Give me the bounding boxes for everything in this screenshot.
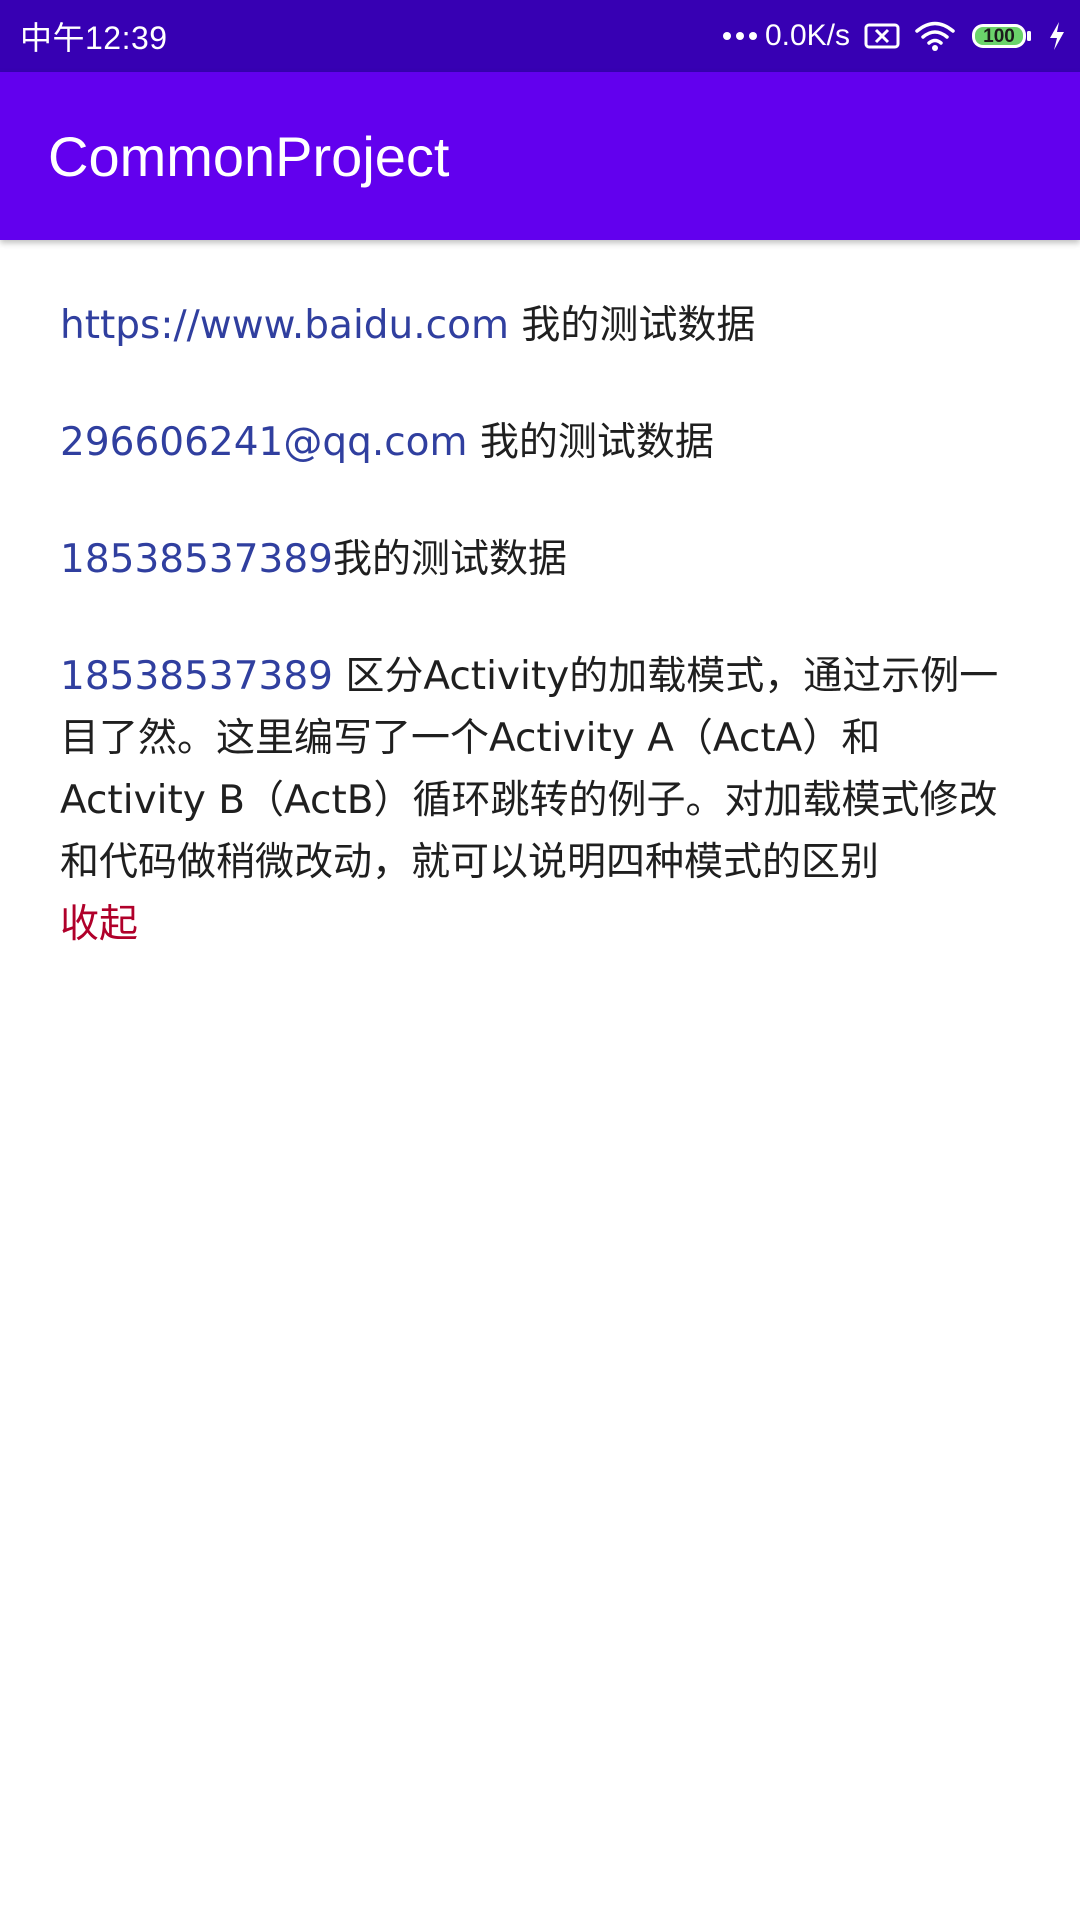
app-title: CommonProject [48,124,450,188]
content-list: https://www.baidu.com 我的测试数据 296606241@q… [60,295,1025,1011]
battery-level: 100 [983,26,1015,47]
phone-link[interactable]: 18538537389 [60,537,333,582]
email-link[interactable]: 296606241@qq.com [60,420,468,465]
app-bar: CommonProject [0,72,1080,240]
list-item-phone: 18538537389我的测试数据 [60,529,1025,591]
status-time: 中午12:39 [20,20,168,56]
status-bar: 中午12:39 0.0K/s 100 [0,0,1080,72]
sim-card-missing-icon [864,22,900,50]
url-link[interactable]: https://www.baidu.com [60,303,509,348]
list-item-email: 296606241@qq.com 我的测试数据 [60,412,1025,474]
status-icons: 0.0K/s 100 [722,19,1066,53]
more-dots-icon [722,32,757,40]
expandable-text: 18538537389 区分Activity的加载模式，通过示例一目了然。这里编… [60,646,1025,956]
item-text: 我的测试数据 [508,303,756,348]
item-text: 我的测试数据 [467,420,714,465]
charging-bolt-icon [1048,21,1066,51]
item-text: 我的测试数据 [332,537,567,582]
network-speed: 0.0K/s [764,19,850,52]
collapse-toggle[interactable]: 收起 [60,902,138,947]
battery-icon: 100 [970,21,1034,51]
phone-link[interactable]: 18538537389 [60,654,333,699]
list-item-url: https://www.baidu.com 我的测试数据 [60,295,1025,357]
wifi-icon [914,20,956,52]
